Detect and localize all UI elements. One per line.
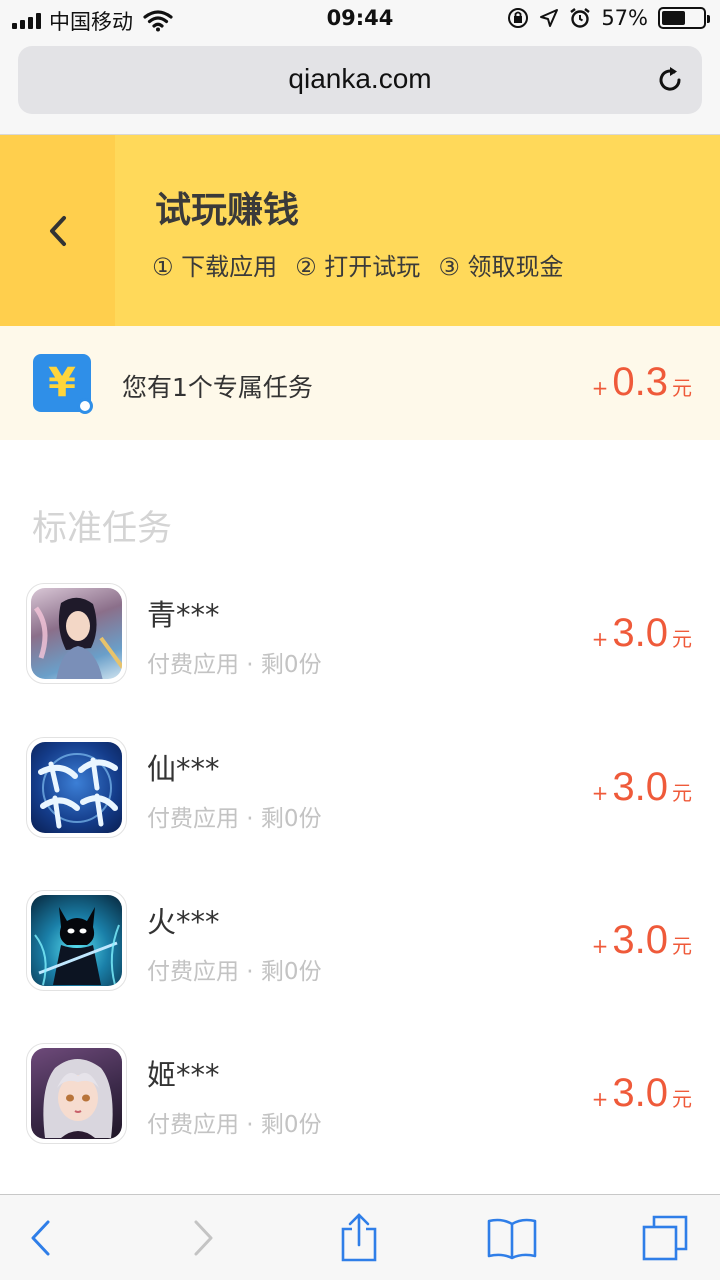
task-row[interactable]: 姬*** 付费应用 · 剩0份 + 3.0 元: [0, 1043, 720, 1153]
status-bar: 中国移动 09:44 57%: [0, 0, 720, 40]
battery-percent: 57%: [601, 6, 648, 30]
browser-toolbar: [0, 1194, 720, 1280]
step-download: ① 下载应用: [152, 253, 278, 281]
reward-amount: 3.0: [612, 1071, 668, 1115]
task-reward: + 3.0 元: [592, 1071, 692, 1116]
reward-plus: +: [591, 376, 609, 400]
reward-unit: 元: [672, 1087, 692, 1111]
game-icon-anime-girl: [43, 1059, 113, 1138]
reward-plus: +: [591, 934, 609, 958]
steps-list: ① 下载应用 ② 打开试玩 ③ 领取现金: [152, 247, 563, 282]
orientation-lock-icon: [508, 8, 529, 28]
location-icon: [540, 9, 559, 27]
bookmarks-button[interactable]: [485, 1211, 539, 1265]
step-claim-cash: ③ 领取现金: [438, 253, 564, 281]
game-icon-shadow-ninja: [34, 907, 120, 986]
game-icon-xianmo: [38, 753, 118, 829]
section-title: 标准任务: [32, 509, 173, 549]
task-reward: + 3.0 元: [592, 611, 692, 656]
battery-icon: [658, 7, 710, 29]
reward-amount: 3.0: [612, 918, 668, 962]
tabs-button[interactable]: [638, 1211, 692, 1265]
exclusive-reward: + 0.3 元: [592, 360, 692, 405]
browser-back-button[interactable]: [14, 1211, 68, 1265]
battery-fill: [662, 11, 685, 25]
url-text[interactable]: qianka.com: [18, 63, 702, 95]
step-open-trial: ② 打开试玩: [295, 253, 421, 281]
app-icon: [26, 583, 127, 684]
task-meta: 付费应用 · 剩0份: [147, 959, 322, 985]
reward-plus: +: [591, 1087, 609, 1111]
task-name: 火***: [147, 905, 220, 939]
browser-forward-button[interactable]: [176, 1211, 230, 1265]
task-reward: + 3.0 元: [592, 918, 692, 963]
task-name: 青***: [147, 598, 220, 632]
reload-icon[interactable]: [654, 64, 686, 96]
task-meta: 付费应用 · 剩0份: [147, 806, 322, 832]
chevron-left-icon: [31, 1220, 50, 1256]
app-icon: [26, 1043, 127, 1144]
tabs-icon: [642, 1215, 688, 1261]
task-meta: 付费应用 · 剩0份: [147, 1112, 322, 1138]
browser-address-area: qianka.com: [0, 40, 720, 135]
reward-plus: +: [591, 781, 609, 805]
alarm-icon: [570, 8, 591, 28]
book-icon: [487, 1218, 537, 1260]
address-bar[interactable]: qianka.com: [18, 46, 702, 114]
task-meta: 付费应用 · 剩0份: [147, 652, 322, 678]
reward-unit: 元: [672, 376, 692, 400]
back-button[interactable]: [0, 135, 115, 326]
share-icon: [341, 1213, 377, 1262]
share-button[interactable]: [332, 1211, 386, 1265]
exclusive-task-row[interactable]: ¥ 您有1个专属任务 + 0.3 元: [0, 326, 720, 440]
reward-unit: 元: [672, 781, 692, 805]
page-title: 试玩赚钱: [155, 190, 300, 231]
chevron-right-icon: [194, 1220, 213, 1256]
badge-dot: [77, 398, 93, 414]
reward-unit: 元: [672, 934, 692, 958]
app-icon: [26, 890, 127, 991]
task-row[interactable]: 青*** 付费应用 · 剩0份 + 3.0 元: [0, 583, 720, 693]
reward-plus: +: [591, 627, 609, 651]
yuan-coin-icon: ¥: [33, 354, 93, 414]
app-icon: [26, 737, 127, 838]
header-banner: 试玩赚钱 ① 下载应用 ② 打开试玩 ③ 领取现金: [0, 135, 720, 326]
task-row[interactable]: 火*** 付费应用 · 剩0份 + 3.0 元: [0, 890, 720, 1000]
task-reward: + 3.0 元: [592, 765, 692, 810]
reward-amount: 3.0: [612, 611, 668, 655]
reward-amount: 0.3: [612, 360, 668, 404]
chevron-left-icon: [49, 215, 66, 246]
task-name: 姬***: [147, 1058, 220, 1092]
task-row[interactable]: 仙*** 付费应用 · 剩0份 + 3.0 元: [0, 737, 720, 847]
task-name: 仙***: [147, 752, 220, 786]
reward-unit: 元: [672, 627, 692, 651]
exclusive-task-text: 您有1个专属任务: [122, 373, 313, 402]
game-icon-swordswoman: [33, 597, 122, 679]
reward-amount: 3.0: [612, 765, 668, 809]
